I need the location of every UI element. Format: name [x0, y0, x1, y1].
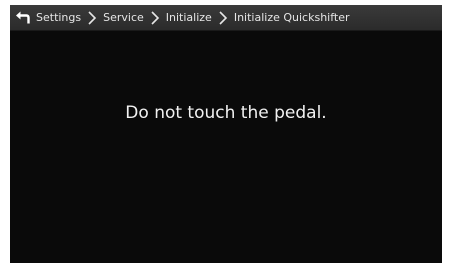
breadcrumb-item-initialize-quickshifter: Initialize Quickshifter	[233, 10, 350, 24]
breadcrumb-item-service[interactable]: Service	[103, 5, 144, 31]
chevron-right-icon	[218, 10, 228, 26]
breadcrumb: Settings Service Initialize Initialize Q…	[10, 5, 442, 31]
back-button[interactable]	[14, 9, 32, 27]
device-screen: Settings Service Initialize Initialize Q…	[10, 5, 442, 263]
chevron-right-icon	[87, 10, 97, 26]
breadcrumb-item-initialize[interactable]: Initialize	[166, 5, 212, 31]
chevron-right-icon	[150, 10, 160, 26]
breadcrumb-item-settings[interactable]: Settings	[36, 5, 81, 31]
back-arrow-icon	[16, 11, 30, 23]
instruction-message: Do not touch the pedal.	[125, 103, 327, 123]
